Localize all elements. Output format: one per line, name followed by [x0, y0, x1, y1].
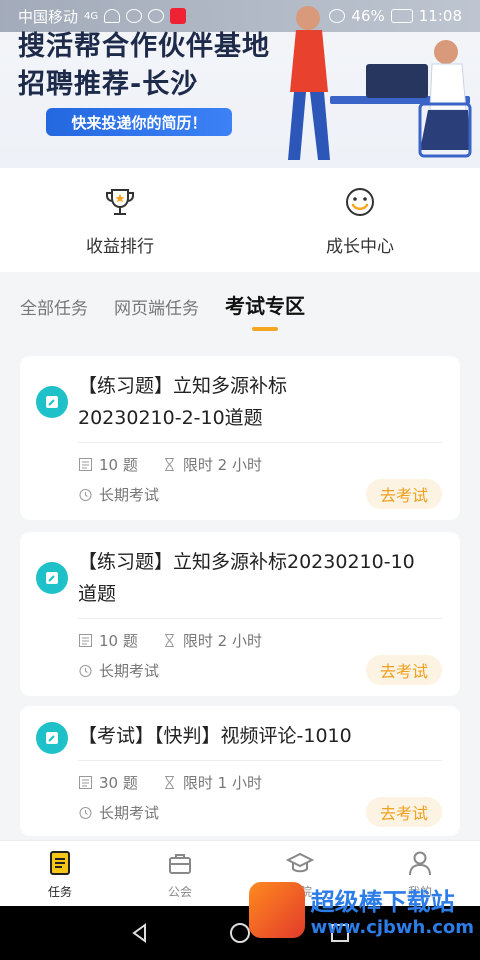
banner-title: 搜活帮合作伙伴基地 招聘推荐-长沙	[18, 28, 270, 104]
exam-card[interactable]: 【考试】【快判】视频评论-1010 30 题 限时 1 小时 长期考试 去考试	[20, 706, 460, 836]
status-bar: 中国移动 4G 46% 11:08	[0, 0, 480, 32]
question-count: 10 题	[78, 630, 138, 651]
card-divider	[78, 760, 442, 761]
exam-term-label: 长期考试	[99, 661, 160, 680]
smile-icon	[346, 188, 374, 216]
briefcase-icon	[169, 854, 191, 874]
quick-link-growth-center[interactable]: 成长中心	[240, 168, 480, 272]
list-icon	[79, 633, 92, 647]
exam-term: 长期考试	[78, 660, 159, 681]
list-icon	[79, 775, 92, 789]
edit-icon	[36, 386, 68, 418]
hourglass-icon	[164, 633, 174, 647]
nav-tasks[interactable]: 任务	[0, 841, 120, 906]
tab-exam-zone[interactable]: 考试专区	[225, 290, 305, 331]
question-count-label: 10 题	[99, 455, 138, 474]
tab-all-tasks[interactable]: 全部任务	[20, 294, 88, 319]
time-limit-label: 限时 1 小时	[182, 773, 262, 792]
exam-term-label: 长期考试	[99, 803, 160, 822]
watermark-name: 超级棒下载站	[310, 888, 455, 916]
battery-icon	[390, 9, 413, 23]
exam-term: 长期考试	[78, 484, 159, 505]
card-divider	[78, 618, 442, 619]
hourglass-icon	[164, 457, 174, 471]
wechat-icon	[126, 9, 143, 23]
take-exam-button[interactable]: 去考试	[366, 655, 442, 685]
time-limit-label: 限时 2 小时	[182, 455, 262, 474]
trophy-icon	[106, 189, 134, 215]
exam-title-line1: 【练习题】立知多源补标20230210-10	[78, 551, 415, 573]
edit-icon	[36, 722, 68, 754]
exam-title-line1: 【练习题】立知多源补标	[78, 375, 288, 397]
site-watermark: 超级棒下载站 www.cjbwh.com	[248, 882, 474, 938]
take-exam-button[interactable]: 去考试	[366, 797, 442, 827]
card-divider	[78, 442, 442, 443]
exam-term: 长期考试	[78, 802, 159, 823]
quick-link-label: 成长中心	[326, 237, 394, 257]
time-limit: 限时 1 小时	[162, 772, 262, 793]
time-limit-label: 限时 2 小时	[182, 631, 262, 650]
network-type: 4G	[84, 10, 99, 22]
hourglass-icon	[164, 775, 174, 789]
app-notification-icon	[170, 8, 187, 24]
time-limit: 限时 2 小时	[162, 630, 262, 651]
clock-icon	[79, 806, 92, 819]
quick-link-earnings-ranking[interactable]: 收益排行	[0, 168, 240, 272]
time-limit: 限时 2 小时	[162, 454, 262, 475]
edit-icon	[36, 562, 68, 594]
battery-percent: 46%	[351, 7, 385, 25]
task-tabs: 全部任务 网页端任务 考试专区	[20, 290, 305, 331]
take-exam-button[interactable]: 去考试	[366, 479, 442, 509]
exam-term-label: 长期考试	[99, 485, 160, 504]
clock-icon	[79, 488, 92, 501]
question-count-label: 10 题	[99, 631, 138, 650]
banner-title-line1: 搜活帮合作伙伴基地	[18, 31, 270, 62]
exam-title: 【练习题】立知多源补标20230210-10 道题	[78, 532, 442, 610]
tab-exam-zone-label: 考试专区	[225, 294, 305, 318]
tab-web-tasks[interactable]: 网页端任务	[114, 294, 199, 319]
question-count: 30 题	[78, 772, 138, 793]
qq-icon	[148, 9, 165, 23]
user-icon	[409, 851, 431, 876]
watermark-text: 超级棒下载站 www.cjbwh.com	[311, 882, 474, 938]
exam-title-line2: 20230210-2-10道题	[78, 407, 263, 429]
banner-title-line2: 招聘推荐-长沙	[18, 69, 199, 100]
nav-label: 公会	[167, 885, 192, 899]
watermark-url: www.cjbwh.com	[310, 917, 474, 938]
back-icon[interactable]	[129, 922, 151, 944]
clock: 11:08	[418, 7, 462, 25]
list-icon	[79, 457, 92, 471]
exam-title-line2: 道题	[78, 583, 117, 605]
nav-label: 任务	[47, 885, 72, 899]
quick-link-label: 收益排行	[86, 237, 154, 257]
question-count: 10 题	[78, 454, 138, 475]
clock-icon	[79, 664, 92, 677]
banner-cta-button[interactable]: 快来投递你的简历！	[46, 108, 232, 136]
question-count-label: 30 题	[99, 773, 138, 792]
alarm-icon	[329, 9, 346, 23]
exam-card[interactable]: 【练习题】立知多源补标 20230210-2-10道题 10 题 限时 2 小时…	[20, 356, 460, 520]
task-list-icon	[50, 851, 70, 875]
exam-card[interactable]: 【练习题】立知多源补标20230210-10 道题 10 题 限时 2 小时 长…	[20, 532, 460, 696]
wifi-icon	[104, 9, 121, 23]
exam-title: 【练习题】立知多源补标 20230210-2-10道题	[78, 356, 442, 434]
quick-links: 收益排行 成长中心	[0, 168, 480, 272]
carrier-label: 中国移动	[18, 7, 79, 26]
graduation-cap-icon	[286, 852, 314, 873]
active-tab-indicator	[252, 327, 278, 331]
watermark-logo	[248, 882, 305, 938]
nav-guild[interactable]: 公会	[120, 841, 240, 906]
exam-title: 【考试】【快判】视频评论-1010	[78, 725, 352, 747]
